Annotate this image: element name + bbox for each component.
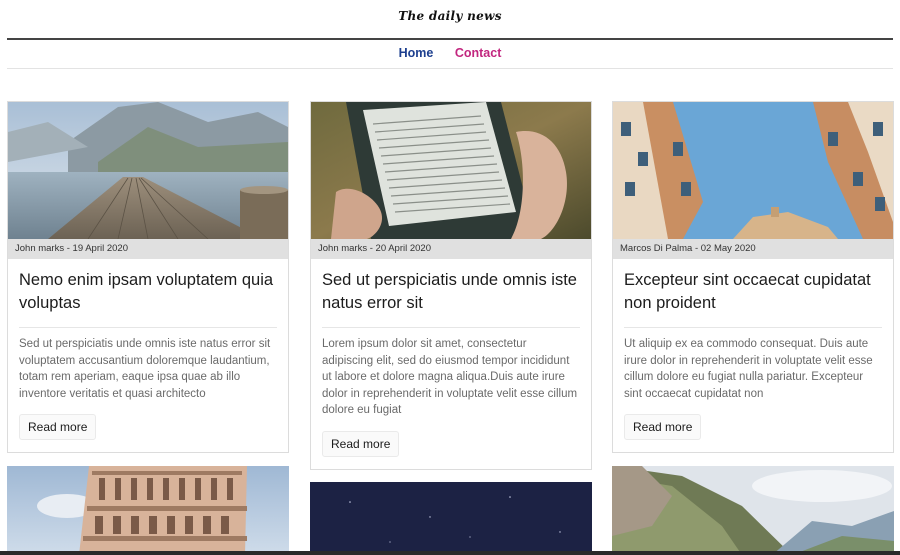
card-meta: John marks - 20 April 2020 xyxy=(311,239,591,259)
card-title[interactable]: Excepteur sint occaecat cupidatat non pr… xyxy=(624,269,882,315)
article-card-2: John marks - 20 April 2020 Sed ut perspi… xyxy=(310,101,592,470)
card-excerpt: Ut aliquip ex ea commodo consequat. Duis… xyxy=(624,338,873,400)
nav-contact-link[interactable]: Contact xyxy=(455,46,502,60)
night-sky-photo xyxy=(310,482,592,555)
card-image-city-buildings[interactable] xyxy=(613,102,893,239)
card-image-mountain-lake[interactable] xyxy=(8,102,288,239)
city-buildings-sky-photo xyxy=(613,102,893,239)
card-divider xyxy=(624,327,882,328)
card-title[interactable]: Sed ut perspiciatis unde omnis iste natu… xyxy=(322,269,580,315)
page-bottom-edge xyxy=(0,551,900,555)
main-nav: Home Contact xyxy=(0,46,900,64)
e-reader-in-hand-photo xyxy=(311,102,591,239)
leaning-tower-photo xyxy=(7,466,289,555)
mountain-valley-photo xyxy=(612,466,894,555)
site-title[interactable]: The daily news xyxy=(0,9,900,23)
read-more-button[interactable]: Read more xyxy=(624,414,702,440)
card-meta: John marks - 19 April 2020 xyxy=(8,239,288,259)
card-image-mountain-valley[interactable] xyxy=(612,466,894,555)
header-rule xyxy=(7,38,893,40)
card-excerpt: Sed ut perspiciatis unde omnis iste natu… xyxy=(19,338,271,400)
card-divider xyxy=(19,327,277,328)
card-image-night-sky[interactable] xyxy=(310,482,592,555)
read-more-button[interactable]: Read more xyxy=(322,430,400,457)
card-image-leaning-tower[interactable] xyxy=(7,466,289,555)
mountain-lake-pier-photo xyxy=(8,102,288,239)
card-image-e-reader[interactable] xyxy=(311,102,591,239)
card-meta: Marcos Di Palma - 02 May 2020 xyxy=(613,239,893,259)
site-header: The daily news xyxy=(0,0,900,40)
read-more-button[interactable]: Read more xyxy=(19,414,97,440)
nav-home-link[interactable]: Home xyxy=(399,46,434,60)
article-card-3: Marcos Di Palma - 02 May 2020 Excepteur … xyxy=(612,101,894,453)
article-card-1: John marks - 19 April 2020 Nemo enim ips… xyxy=(7,101,289,453)
nav-divider xyxy=(7,68,893,69)
card-divider xyxy=(322,327,580,328)
card-excerpt: Lorem ipsum dolor sit amet, consectetur … xyxy=(322,338,578,416)
card-title[interactable]: Nemo enim ipsam voluptatem quia voluptas xyxy=(19,269,277,315)
